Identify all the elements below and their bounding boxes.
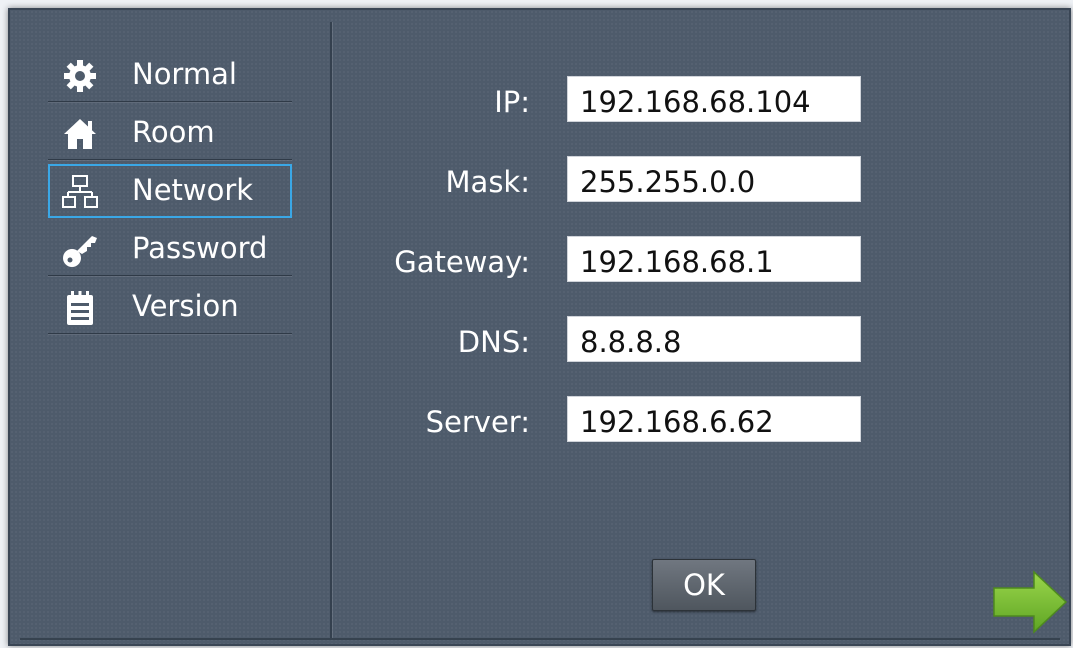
sidebar-item-normal[interactable]: Normal <box>48 48 292 102</box>
mask-label: Mask: <box>445 165 530 199</box>
key-icon <box>62 232 98 268</box>
sidebar-item-network[interactable]: Network <box>48 164 292 218</box>
gear-icon <box>62 58 98 94</box>
arrow-right-icon[interactable] <box>992 570 1068 636</box>
server-field[interactable]: 192.168.6.62 <box>567 396 861 442</box>
network-icon <box>62 174 98 210</box>
settings-screen: Normal Room Network Password Version IP:… <box>8 8 1071 646</box>
ok-button[interactable]: OK <box>652 559 756 611</box>
device-frame: Normal Room Network Password Version IP:… <box>0 0 1073 648</box>
sidebar-item-label: Version <box>132 289 239 323</box>
ip-label: IP: <box>494 85 530 119</box>
sidebar-item-room[interactable]: Room <box>48 106 292 160</box>
dns-label: DNS: <box>457 325 530 359</box>
gateway-field[interactable]: 192.168.68.1 <box>567 236 861 282</box>
ip-field[interactable]: 192.168.68.104 <box>567 76 861 122</box>
sidebar-item-version[interactable]: Version <box>48 280 292 334</box>
notepad-icon <box>62 290 98 326</box>
sidebar-item-password[interactable]: Password <box>48 222 292 276</box>
mask-field[interactable]: 255.255.0.0 <box>567 156 861 202</box>
sidebar-item-label: Password <box>132 231 268 265</box>
gateway-label: Gateway: <box>394 245 530 279</box>
dns-field[interactable]: 8.8.8.8 <box>567 316 861 362</box>
sidebar-item-label: Normal <box>132 57 237 91</box>
sidebar-item-label: Network <box>132 173 254 207</box>
house-icon <box>62 116 98 152</box>
sidebar-item-label: Room <box>132 115 215 149</box>
bottom-divider <box>20 638 1060 640</box>
server-label: Server: <box>425 405 530 439</box>
